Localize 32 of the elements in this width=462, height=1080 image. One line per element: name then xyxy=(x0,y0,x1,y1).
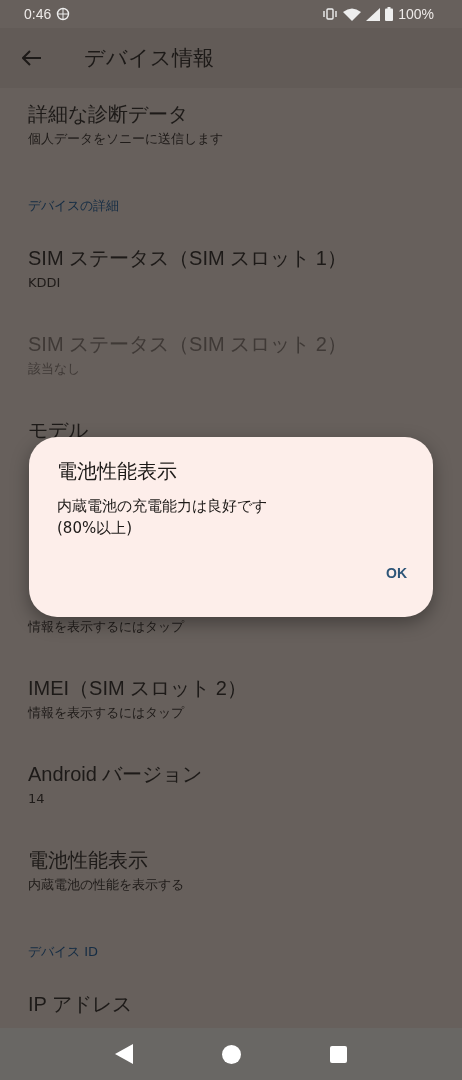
signal-icon xyxy=(366,7,381,21)
item-title: IMEI（SIM スロット 2） xyxy=(28,676,248,701)
item-title: SIM ステータス（SIM スロット 1） xyxy=(28,246,348,271)
item-title: IP アドレス xyxy=(28,992,134,1017)
settings-item[interactable]: IP アドレス xyxy=(0,978,462,1018)
back-arrow-icon[interactable] xyxy=(22,50,42,66)
item-subtitle: 内蔵電池の性能を表示する xyxy=(28,876,185,894)
home-icon[interactable] xyxy=(222,1044,241,1064)
item-subtitle: KDDI xyxy=(28,274,62,292)
status-time: 0:46 xyxy=(24,6,52,22)
battery-icon xyxy=(385,7,394,21)
dialog-title: 電池性能表示 xyxy=(57,458,178,485)
page-title: デバイス情報 xyxy=(84,45,214,72)
section-header: デバイスの詳細 xyxy=(27,197,120,215)
recents-icon[interactable] xyxy=(330,1045,348,1063)
vibrate-icon xyxy=(322,8,339,20)
dialog-message: 内蔵電池の充電能力は良好です (80%以上) xyxy=(57,496,268,539)
item-subtitle: 情報を表示するにはタップ xyxy=(28,704,186,722)
settings-item[interactable]: IMEI（SIM スロット 2） 情報を表示するにはタップ xyxy=(0,662,462,748)
item-title: 電池性能表示 xyxy=(28,848,149,873)
globe-icon xyxy=(56,7,71,21)
wifi-icon xyxy=(343,7,362,21)
item-title: Android バージョン xyxy=(28,762,204,787)
settings-item[interactable]: SIM ステータス（SIM スロット 1） KDDI xyxy=(0,232,462,318)
back-icon[interactable] xyxy=(114,1044,133,1064)
settings-item[interactable]: 電池性能表示 内蔵電池の性能を表示する xyxy=(0,834,462,920)
ok-button[interactable]: OK xyxy=(376,557,417,589)
settings-item[interactable]: Android バージョン 14 xyxy=(0,748,462,834)
item-subtitle: 14 xyxy=(28,790,46,808)
item-title: 詳細な診断データ xyxy=(28,102,189,127)
battery-percent: 100% xyxy=(398,6,434,22)
section-header: デバイス ID xyxy=(27,943,99,961)
